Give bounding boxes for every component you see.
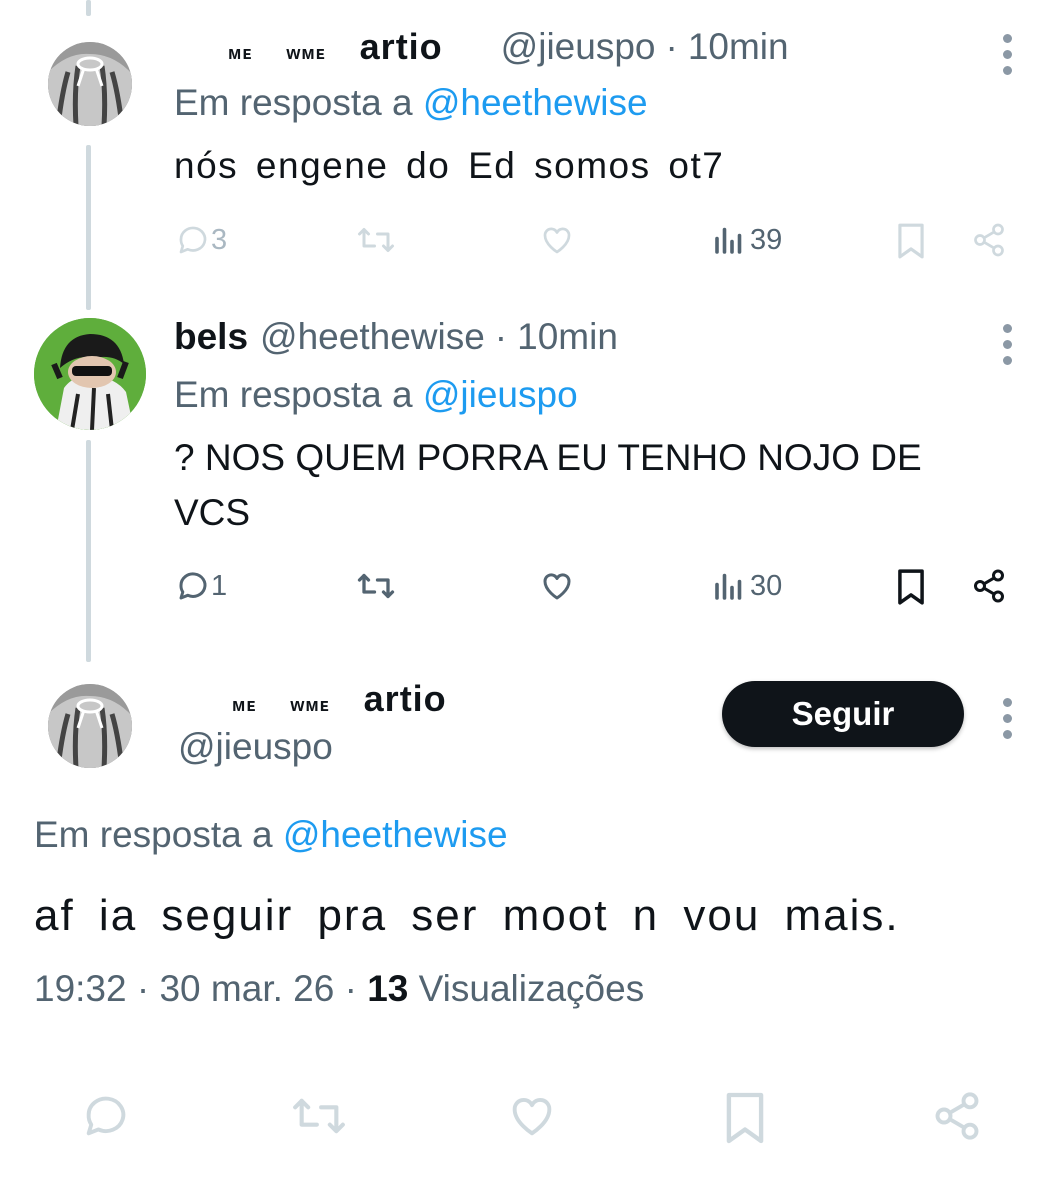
views-count: 13 [367,968,409,1009]
reply-context: Em resposta a @heethewise [34,814,508,856]
reply-icon [86,1096,126,1136]
avatar-heethewise[interactable] [34,318,146,430]
like-icon [512,1097,552,1136]
share-icon [935,1092,979,1140]
bookmark-icon [898,569,924,605]
like-button[interactable] [505,1090,559,1142]
share-button[interactable] [970,222,1008,258]
views-button[interactable]: 39 [712,222,782,258]
display-name[interactable]: bels [174,316,248,358]
avatar-image [48,42,132,126]
reply-to-link[interactable]: @heethewise [423,82,648,123]
separator: · [665,26,678,67]
display-name-part[interactable]: ᴍᴇ [228,43,252,64]
display-name-part: ᴍᴇ [232,695,257,715]
display-name-part: ᴡᴍᴇ [290,695,330,715]
timestamp[interactable]: 10min [517,316,618,358]
reply-to-link[interactable]: @jieuspo [423,374,578,415]
tweet-2-header: bels @heethewise · 10min [174,316,618,358]
like-icon [543,227,571,254]
retweet-button[interactable] [288,1090,350,1142]
display-name-part[interactable]: artio [360,26,443,68]
bookmark-button[interactable] [722,1090,768,1146]
views-label: Visualizações [418,968,645,1009]
thread-line-2 [86,440,91,662]
tweet-text: nós engene do Ed somos ot7 [174,145,725,186]
avatar-image [48,684,132,768]
reply-context: Em resposta a @heethewise [174,82,648,124]
reply-context: Em resposta a @jieuspo [174,374,578,416]
retweet-icon [357,573,395,599]
retweet-button[interactable] [356,568,396,604]
avatar-jieuspo[interactable] [48,42,132,126]
like-icon [543,573,571,600]
avatar-image [34,318,146,430]
reply-button[interactable] [80,1090,132,1142]
like-button[interactable] [538,568,576,604]
reply-icon [179,572,207,600]
display-name-part: artio [363,678,447,719]
bookmark-icon [726,1092,764,1144]
views-icon [715,573,742,600]
reply-to-link[interactable]: @heethewise [283,814,508,855]
follow-button[interactable]: Seguir [722,681,964,747]
share-icon [974,569,1004,603]
reply-icon [179,226,207,254]
retweet-icon [293,1098,345,1134]
main-tweet-display-name[interactable]: ᴍᴇ ᴡᴍᴇ artio [232,678,447,720]
retweet-icon [358,228,394,252]
tweet-meta: 19:32 · 30 mar. 26 · 13 Visualizações [34,968,644,1010]
reply-count: 3 [211,223,228,256]
handle[interactable]: @jieuspo [178,726,333,768]
more-icon[interactable] [1002,324,1014,372]
bookmark-icon [898,223,924,259]
tweet-time[interactable]: 19:32 [34,968,127,1009]
tweet-text: ? NOS QUEM PORRA EU TENHO NOJO DE VCS [174,437,922,533]
meta-separator: · [344,968,357,1009]
more-icon[interactable] [1002,34,1014,82]
views-count: 39 [750,223,783,256]
meta-separator: · [136,968,150,1009]
share-button[interactable] [970,568,1008,604]
avatar-jieuspo[interactable] [48,684,132,768]
reply-button[interactable]: 3 [175,222,227,258]
share-button[interactable] [930,1090,984,1142]
views-count: 30 [750,569,783,602]
separator: · [494,316,508,357]
share-icon [974,223,1004,257]
thread-line-1 [86,145,91,310]
display-name-part[interactable]: ᴡᴍᴇ [286,43,325,64]
reply-button[interactable]: 1 [175,568,227,604]
handle[interactable]: @jieuspo [501,26,656,68]
reply-prefix: Em resposta a [34,814,273,855]
like-button[interactable] [538,222,576,258]
handle[interactable]: @heethewise [260,316,485,358]
more-icon[interactable] [1002,698,1014,746]
thread-line-top [86,0,91,16]
tweet-date[interactable]: 30 mar. 26 [159,968,334,1009]
bookmark-button[interactable] [894,222,928,260]
retweet-button[interactable] [356,222,396,258]
bookmark-button[interactable] [894,568,928,606]
views-icon [715,227,742,254]
reply-count: 1 [211,569,228,602]
views-button[interactable]: 30 [712,568,782,604]
reply-prefix: Em resposta a [174,82,413,123]
timestamp[interactable]: 10min [688,26,789,68]
tweet-1-header: ᴍᴇ ᴡᴍᴇ artio @jieuspo · 10min [228,26,789,68]
main-tweet-text: af ia seguir pra ser moot n vou mais. [34,891,900,940]
reply-prefix: Em resposta a [174,374,413,415]
